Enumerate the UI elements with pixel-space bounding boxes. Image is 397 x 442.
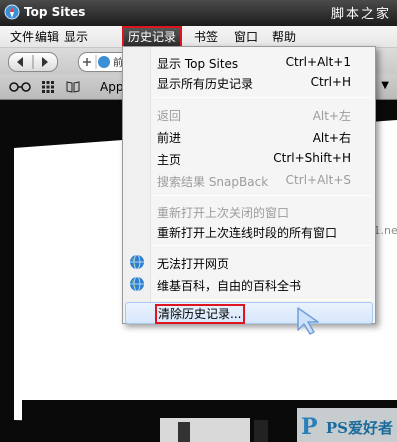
globe-icon [130,254,144,270]
svg-text:P: P [301,414,318,440]
menu-window[interactable]: 窗口 [230,28,262,46]
globe-icon [130,276,144,292]
menu-separator [153,299,371,300]
menu-view[interactable]: 显示 [60,28,92,46]
menu-item-label: 搜索结果 SnapBack [157,175,269,189]
menu-item-clear-history[interactable]: 清除历史记录... [125,302,373,324]
watermark-bottom-text: PS爱好者 [325,419,393,437]
menu-help[interactable]: 帮助 [268,28,300,46]
mouse-cursor-icon [297,307,319,335]
menu-item-shortcut: Ctrl+Alt+S [285,173,351,187]
menu-item-label: 无法打开网页 [157,257,230,271]
watermark-top: 脚本之家 [330,7,391,22]
menu-item-label: 清除历史记录... [158,307,242,321]
menu-bar: 文件 编辑 显示 历史记录 书签 窗口 帮助 [0,26,397,48]
menu-item-label: 返回 [157,109,182,123]
menu-item-shortcut: Alt+左 [312,109,351,123]
address-field[interactable]: 前 [78,52,126,72]
bookmarks-book-icon[interactable] [66,81,80,93]
menu-edit[interactable]: 编辑 [31,28,63,46]
safari-compass-icon [4,4,20,20]
menu-item-snapback[interactable]: 搜索结果 SnapBack Ctrl+Alt+S [123,169,375,191]
menu-item-label: 显示 Top Sites [157,57,239,71]
history-menu: 显示 Top Sites Ctrl+Alt+1 显示所有历史记录 Ctrl+H … [122,46,376,324]
window-title: Top Sites [24,5,86,19]
menu-separator [153,97,371,98]
menu-item-show-all-history[interactable]: 显示所有历史记录 Ctrl+H [123,71,375,93]
menu-bookmarks[interactable]: 书签 [190,28,222,46]
chevron-down-icon[interactable]: ▼ [381,80,389,91]
menu-item-shortcut: Ctrl+Shift+H [273,151,351,165]
menu-item-forward[interactable]: 前进 Alt+右 [123,125,375,147]
bookmark-apple[interactable]: App [100,80,123,94]
menu-item-history-page-2[interactable]: 维基百科，自由的百科全书 [123,273,375,295]
menu-item-shortcut: Alt+右 [312,131,351,145]
back-forward-arrows-icon [17,55,48,69]
top-sites-grid-icon[interactable] [42,81,54,93]
title-bar: Top Sites 脚本之家 [0,0,397,26]
menu-item-shortcut: Ctrl+Alt+1 [285,55,351,69]
watermark-bottom: P PS爱好者 [297,408,397,442]
menu-item-shortcut: Ctrl+H [310,75,351,89]
menu-separator [153,245,371,246]
menu-item-label: 重新打开上次关闭的窗口 [157,206,290,220]
menu-item-history-page-1[interactable]: 无法打开网页 [123,251,375,273]
menu-item-reopen-all-windows[interactable]: 重新打开上次连线时段的所有窗口 [123,220,375,242]
reading-list-glasses-icon[interactable] [8,82,32,92]
menu-history[interactable]: 历史记录 [121,26,183,48]
menu-item-show-top-sites[interactable]: 显示 Top Sites Ctrl+Alt+1 [123,51,375,73]
menu-item-home[interactable]: 主页 Ctrl+Shift+H [123,147,375,169]
menu-item-label: 维基百科，自由的百科全书 [157,279,302,293]
menu-item-label: 主页 [157,153,182,167]
add-bookmark-icon: 前 [83,55,123,69]
menu-item-label: 显示所有历史记录 [157,77,254,91]
menu-item-reopen-last-window[interactable]: 重新打开上次关闭的窗口 [123,200,375,222]
menu-separator [153,195,371,196]
menu-item-label: 前进 [157,131,182,145]
back-forward-buttons[interactable] [8,52,58,72]
menu-item-back[interactable]: 返回 Alt+左 [123,103,375,125]
menu-item-label: 重新打开上次连线时段的所有窗口 [157,226,338,240]
